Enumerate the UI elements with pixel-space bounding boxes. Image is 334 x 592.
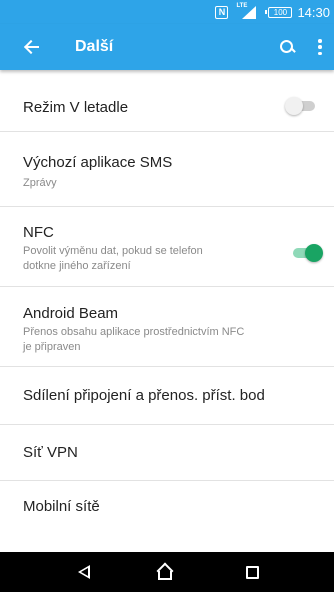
battery-icon: 100	[265, 6, 293, 18]
setting-label: Výchozí aplikace SMS	[23, 154, 173, 171]
screen: N LTE 100 14:30 Další Režim V letadle Vý…	[0, 0, 334, 592]
airplane-mode-toggle[interactable]	[285, 97, 319, 115]
battery-level: 100	[273, 7, 288, 17]
setting-default-sms-app[interactable]: Výchozí aplikace SMS Zprávy	[0, 132, 334, 207]
setting-label: Režim V letadle	[23, 99, 129, 116]
search-icon[interactable]	[278, 38, 296, 56]
setting-label: Mobilní sítě	[23, 498, 100, 515]
setting-label: Sdílení připojení a přenos. příst. bod	[23, 387, 265, 404]
setting-nfc[interactable]: NFC Povolit výměnu dat, pokud se telefon…	[0, 207, 334, 287]
overflow-menu-icon[interactable]	[318, 39, 322, 55]
setting-vpn[interactable]: Síť VPN	[0, 425, 334, 481]
nav-home-icon[interactable]	[156, 562, 174, 580]
setting-subtitle: Zprávy	[23, 177, 57, 189]
app-bar: Další	[0, 24, 334, 70]
signal-icon: LTE	[236, 3, 257, 19]
setting-tethering-hotspot[interactable]: Sdílení připojení a přenos. příst. bod	[0, 367, 334, 425]
setting-airplane-mode[interactable]: Režim V letadle	[0, 70, 334, 132]
setting-subtitle-line2: je připraven	[23, 341, 81, 353]
navigation-bar	[0, 552, 334, 592]
status-bar: N LTE 100 14:30	[0, 0, 334, 24]
status-clock: 14:30	[297, 4, 330, 20]
nfc-status-icon: N	[215, 5, 229, 19]
back-arrow-icon[interactable]	[23, 37, 43, 57]
setting-android-beam[interactable]: Android Beam Přenos obsahu aplikace pros…	[0, 287, 334, 367]
setting-subtitle-line1: Přenos obsahu aplikace prostřednictvím N…	[23, 326, 245, 338]
setting-label: Android Beam	[23, 305, 119, 322]
nfc-toggle[interactable]	[289, 244, 323, 262]
nav-back-icon[interactable]	[78, 565, 90, 579]
nav-recents-icon[interactable]	[246, 566, 259, 579]
page-title: Další	[75, 38, 114, 55]
setting-mobile-networks[interactable]: Mobilní sítě	[0, 481, 334, 552]
setting-subtitle-line2: dotkne jiného zařízení	[23, 260, 131, 272]
setting-label: NFC	[23, 224, 54, 241]
setting-subtitle-line1: Povolit výměnu dat, pokud se telefon	[23, 245, 203, 257]
setting-label: Síť VPN	[23, 444, 78, 461]
nfc-status-label: N	[218, 7, 226, 17]
